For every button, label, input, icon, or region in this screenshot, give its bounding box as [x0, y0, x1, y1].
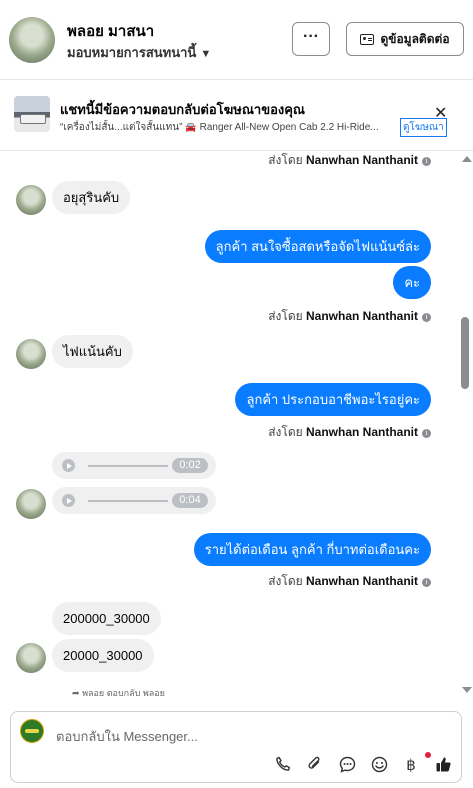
caret-down-icon: ▼ [200, 48, 212, 60]
info-icon[interactable]: i [422, 429, 431, 438]
reply-input[interactable]: ตอบกลับใน Messenger... [56, 726, 198, 747]
incoming-message[interactable]: 20000_30000 [52, 639, 154, 672]
sent-by-label: ส่งโดย Nanwhan Nanthanit i [268, 572, 431, 591]
assign-conversation-dropdown[interactable]: มอบหมายการสนทนานี้ ▼ [67, 42, 211, 63]
info-icon[interactable]: i [422, 157, 431, 166]
paperclip-icon[interactable] [305, 756, 325, 776]
car-icon: 🚘 [185, 122, 197, 132]
close-icon[interactable]: ✕ [434, 103, 447, 123]
reply-arrow-icon: ➦ [72, 688, 80, 698]
outgoing-message[interactable]: ลูกค้า สนใจซื้อสดหรือจัดไฟแน้นซ์ล่ะ [204, 230, 431, 263]
ad-banner-subtitle: “เครื่องไม่สั้น...แต่ใจสั้นแทน” 🚘 Ranger A… [60, 120, 398, 135]
audio-duration: 0:04 [172, 493, 208, 508]
view-contact-label: ดูข้อมูลติดต่อ [380, 31, 450, 46]
ad-banner-title: แชทนี้มีข้อความตอบกลับต่อโฆษณาของคุณ [60, 102, 305, 117]
emoji-icon[interactable] [369, 756, 389, 776]
info-icon[interactable]: i [422, 578, 431, 587]
phone-icon[interactable] [273, 756, 293, 776]
sent-by-prefix: ส่งโดย [268, 153, 303, 167]
conversation-header: พลอย มาสนา มอบหมายการสนทนานี้ ▼ ··· ดูข้อ… [0, 0, 473, 80]
ad-thumbnail [14, 96, 50, 132]
reply-note-text: พลอย ตอบกลับ พลอย [82, 688, 165, 698]
sent-by-label: ส่งโดย Nanwhan Nanthanit i [268, 307, 431, 326]
info-icon[interactable]: i [422, 313, 431, 322]
assign-label: มอบหมายการสนทนานี้ [67, 45, 197, 60]
play-icon[interactable] [62, 459, 75, 472]
contact-avatar-small[interactable] [16, 643, 46, 673]
ad-product: Ranger All-New Open Cab 2.2 Hi-Ride... [199, 122, 379, 133]
outgoing-message[interactable]: คะ [393, 266, 431, 299]
audio-duration: 0:02 [172, 458, 208, 473]
play-icon[interactable] [62, 494, 75, 507]
incoming-message[interactable]: ไฟแน้นคับ [52, 335, 133, 368]
outgoing-message[interactable]: ลูกค้า ประกอบอาชีพอะไรอยู่คะ [235, 383, 431, 416]
view-contact-button[interactable]: ดูข้อมูลติดต่อ [346, 22, 464, 56]
reply-note: ➦ พลอย ตอบกลับ พลอย [72, 686, 165, 700]
sent-by-label: ส่งโดย Nanwhan Nanthanit i [268, 151, 431, 170]
saved-reply-icon[interactable] [337, 756, 357, 776]
contact-avatar-small[interactable] [16, 489, 46, 519]
audio-message[interactable]: 0:02 [52, 452, 216, 479]
audio-message[interactable]: 0:04 [52, 487, 216, 514]
sent-by-label: ส่งโดย Nanwhan Nanthanit i [268, 423, 431, 442]
page-avatar [20, 719, 44, 743]
message-composer[interactable]: ตอบกลับใน Messenger... ฿ [10, 711, 462, 783]
sent-by-prefix: ส่งโดย [268, 574, 303, 588]
thumbs-up-icon[interactable] [433, 756, 453, 776]
composer-toolbar: ฿ [273, 752, 453, 776]
notification-dot [425, 752, 431, 758]
contact-avatar[interactable] [9, 17, 55, 63]
more-options-button[interactable]: ··· [292, 22, 330, 56]
scroll-up-arrow-icon[interactable] [462, 156, 472, 162]
agent-name: Nanwhan Nanthanit [305, 425, 418, 439]
incoming-message[interactable]: อยุสุรินคับ [52, 181, 131, 214]
agent-name: Nanwhan Nanthanit [305, 153, 418, 167]
ad-quote: “เครื่องไม่สั้น...แต่ใจสั้นแทน” [60, 122, 183, 133]
audio-progress-bar[interactable] [88, 465, 168, 467]
agent-name: Nanwhan Nanthanit [305, 309, 418, 323]
contact-name[interactable]: พลอย มาสนา [67, 19, 154, 43]
ad-reply-banner: แชทนี้มีข้อความตอบกลับต่อโฆษณาของคุณ “เค… [0, 81, 473, 151]
sent-by-prefix: ส่งโดย [268, 309, 303, 323]
thread-scrollbar[interactable] [460, 151, 473, 700]
audio-progress-bar[interactable] [88, 500, 168, 502]
outgoing-message[interactable]: รายได้ต่อเดือน ลูกค้า กี่บาทต่อเดือนคะ [193, 533, 431, 566]
contact-avatar-small[interactable] [16, 185, 46, 215]
sent-by-prefix: ส่งโดย [268, 425, 303, 439]
agent-name: Nanwhan Nanthanit [305, 574, 418, 588]
incoming-message[interactable]: 200000_30000 [52, 602, 161, 635]
scroll-down-arrow-icon[interactable] [462, 687, 472, 693]
message-thread[interactable]: ส่งโดย Nanwhan Nanthanit i อยุสุรินคับ ลู… [0, 151, 460, 700]
scrollbar-thumb[interactable] [461, 317, 469, 389]
baht-icon[interactable]: ฿ [401, 756, 421, 776]
contact-avatar-small[interactable] [16, 339, 46, 369]
contact-card-icon [360, 33, 375, 45]
